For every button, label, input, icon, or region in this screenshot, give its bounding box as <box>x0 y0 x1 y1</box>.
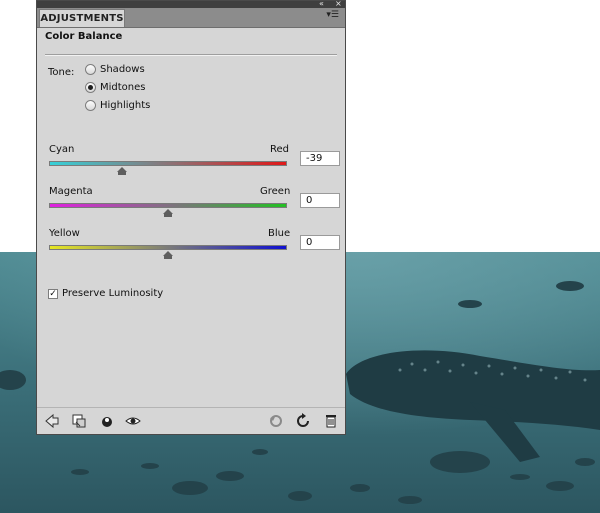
preserve-luminosity-label: Preserve Luminosity <box>62 288 164 299</box>
return-arrow-icon[interactable] <box>44 413 60 429</box>
adjustment-title: Color Balance <box>45 31 123 42</box>
close-icon[interactable]: × <box>335 0 342 8</box>
tab-adjustments[interactable]: ADJUSTMENTS <box>39 9 125 27</box>
shadows-label: Shadows <box>100 64 145 75</box>
panel-title-bar: « × <box>37 0 345 8</box>
yellow-blue-value-input[interactable]: 0 <box>300 235 340 250</box>
tone-label: Tone: <box>48 67 75 78</box>
divider <box>45 54 337 56</box>
panel-menu-icon[interactable]: ▾☰ <box>326 10 339 20</box>
green-label: Green <box>260 186 291 197</box>
double-arrow-icon[interactable]: « <box>319 0 324 8</box>
blue-label: Blue <box>268 228 291 239</box>
reset-icon[interactable] <box>295 413 311 429</box>
magenta-green-slider[interactable] <box>49 203 287 208</box>
adjustments-panel: « × ADJUSTMENTS ▾☰ Color Balance Tone: S… <box>36 0 346 435</box>
magenta-label: Magenta <box>49 186 93 197</box>
previous-state-icon[interactable] <box>268 413 284 429</box>
cyan-label: Cyan <box>49 144 75 155</box>
highlights-label: Highlights <box>100 100 151 111</box>
yellow-blue-slider[interactable] <box>49 245 287 250</box>
midtones-radio[interactable] <box>85 82 96 93</box>
midtones-label: Midtones <box>100 82 146 93</box>
cyan-red-value-input[interactable]: -39 <box>300 151 340 166</box>
trash-icon[interactable] <box>323 413 339 429</box>
panel-bottom-toolbar <box>37 407 345 434</box>
preserve-luminosity-checkbox[interactable]: ✓ <box>48 289 58 299</box>
yellow-label: Yellow <box>49 228 80 239</box>
shadows-radio[interactable] <box>85 64 96 75</box>
layer-visibility-toggle-icon[interactable] <box>99 413 115 429</box>
red-label: Red <box>270 144 289 155</box>
cyan-red-slider[interactable] <box>49 161 287 166</box>
clip-to-layer-icon[interactable] <box>71 413 87 429</box>
highlights-radio[interactable] <box>85 100 96 111</box>
eye-icon[interactable] <box>125 413 141 429</box>
magenta-green-value-input[interactable]: 0 <box>300 193 340 208</box>
panel-tab-row: ADJUSTMENTS ▾☰ <box>37 8 345 28</box>
